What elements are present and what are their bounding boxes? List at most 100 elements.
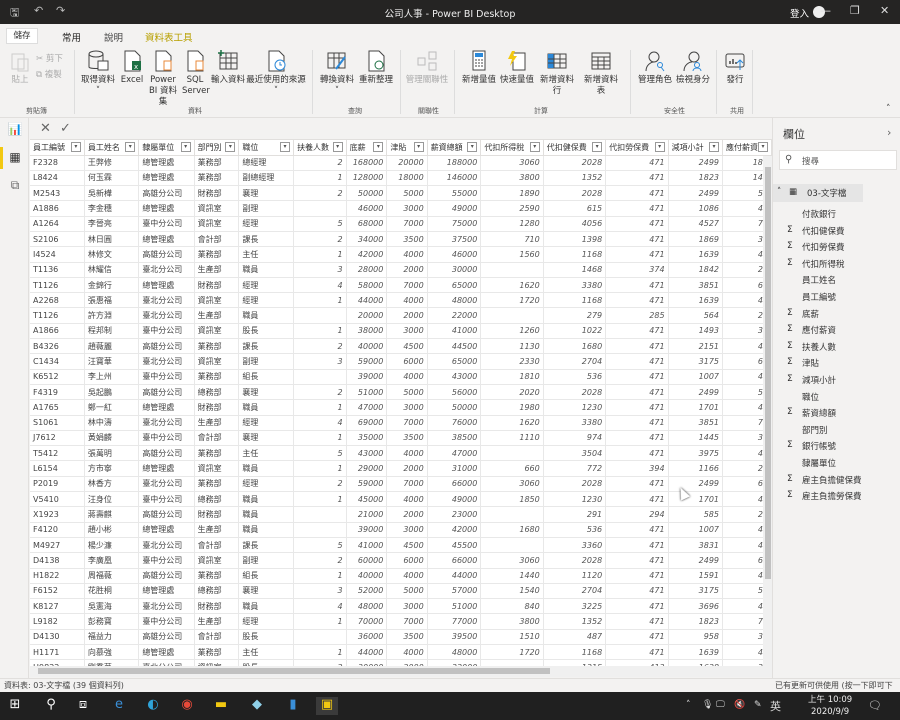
table-cell[interactable]: 1701 bbox=[668, 399, 724, 416]
table-cell[interactable]: 6000 bbox=[386, 353, 428, 370]
table-cell[interactable]: 林香方 bbox=[84, 476, 140, 493]
table-cell[interactable]: 3060 bbox=[480, 476, 544, 493]
field-item[interactable]: Σ 薪資總額 bbox=[773, 405, 900, 421]
table-cell[interactable]: 2000 bbox=[386, 460, 428, 477]
table-cell[interactable] bbox=[293, 506, 347, 523]
table-cell[interactable]: 趙薇麗 bbox=[84, 338, 140, 355]
table-cell[interactable]: 471 bbox=[605, 629, 669, 646]
table-cell[interactable]: 副理 bbox=[238, 353, 295, 370]
table-cell[interactable]: 課長 bbox=[238, 231, 295, 248]
table-cell[interactable]: 1493 bbox=[668, 323, 724, 340]
table-cell[interactable]: 4 bbox=[293, 277, 347, 294]
minimize-button[interactable]: — bbox=[820, 4, 831, 17]
table-cell[interactable]: 55000 bbox=[427, 185, 482, 202]
table-cell[interactable]: 生產部 bbox=[194, 613, 240, 630]
table-cell[interactable]: 1810 bbox=[480, 369, 544, 385]
table-cell[interactable]: 職員 bbox=[238, 262, 295, 278]
table-cell[interactable]: T5412 bbox=[30, 445, 85, 462]
refresh-button[interactable]: 重新整理 bbox=[358, 50, 394, 86]
table-cell[interactable]: 1 bbox=[293, 246, 347, 263]
table-cell[interactable]: 業務部 bbox=[194, 445, 240, 462]
table-cell[interactable]: 57000 bbox=[427, 583, 482, 600]
recent-sources-button[interactable]: 最近使用的來源 ˅ bbox=[246, 50, 306, 97]
table-cell[interactable]: 1850 bbox=[480, 491, 544, 508]
table-cell[interactable]: 3 bbox=[293, 583, 347, 600]
table-cell[interactable]: 1086 bbox=[668, 200, 724, 217]
table-cell[interactable]: 5 bbox=[293, 537, 347, 554]
table-cell[interactable]: S1061 bbox=[30, 415, 85, 431]
table-cell[interactable]: 23000 bbox=[427, 506, 482, 523]
table-cell[interactable]: 1440 bbox=[480, 568, 544, 584]
field-item[interactable]: Σ 雇主負擔健保費 bbox=[773, 472, 900, 488]
table-cell[interactable]: 高雄分公司 bbox=[138, 506, 195, 523]
table-cell[interactable]: 22000 bbox=[427, 307, 482, 324]
table-cell[interactable]: 蔣壽麒 bbox=[84, 506, 140, 523]
table-cell[interactable]: 2 bbox=[293, 338, 347, 355]
table-cell[interactable]: 3360 bbox=[543, 537, 607, 554]
field-item[interactable]: Σ 扶養人數 bbox=[773, 339, 900, 355]
table-cell[interactable]: 1720 bbox=[480, 644, 544, 661]
table-cell[interactable]: 2590 bbox=[480, 200, 544, 217]
table-cell[interactable]: 職員 bbox=[238, 522, 295, 538]
table-cell[interactable]: 3975 bbox=[668, 445, 724, 462]
table-cell[interactable]: 1007 bbox=[668, 369, 724, 385]
table-cell[interactable]: A1765 bbox=[30, 399, 85, 416]
table-cell[interactable]: 林修文 bbox=[84, 246, 140, 263]
table-cell[interactable]: 資訊室 bbox=[194, 353, 240, 370]
table-cell[interactable]: 財務部 bbox=[194, 399, 240, 416]
horizontal-scroll-thumb[interactable] bbox=[38, 668, 550, 674]
table-cell[interactable]: 1510 bbox=[480, 629, 544, 646]
table-cell[interactable]: 47000 bbox=[346, 399, 388, 416]
column-header[interactable]: 減項小計 ▾ bbox=[668, 140, 724, 156]
table-cell[interactable]: M4927 bbox=[30, 537, 85, 554]
table-cell[interactable]: 45500 bbox=[427, 537, 482, 554]
column-header[interactable]: 津貼 ▾ bbox=[386, 140, 428, 156]
table-cell[interactable]: 林耀信 bbox=[84, 262, 140, 278]
table-row[interactable]: D4138 李廣凰 臺中分公司 資訊室 副理 2 60000 6000 66000 3060 202… bbox=[30, 552, 772, 569]
table-cell[interactable]: 41000 bbox=[346, 537, 388, 554]
restore-button[interactable]: ❐ bbox=[850, 4, 860, 17]
table-cell[interactable]: 1701 bbox=[668, 491, 724, 508]
table-cell[interactable]: 1 bbox=[293, 613, 347, 630]
table-cell[interactable]: 經理 bbox=[238, 277, 295, 294]
table-cell[interactable]: A1886 bbox=[30, 200, 85, 217]
table-cell[interactable]: 60000 bbox=[346, 552, 388, 569]
table-cell[interactable]: 3696 bbox=[668, 598, 724, 615]
table-row[interactable]: L9182 彭務寶 臺中分公司 生產部 經理 1 70000 7000 77000 3800 135… bbox=[30, 613, 772, 630]
table-cell[interactable]: 471 bbox=[605, 369, 669, 385]
table-cell[interactable]: 1591 bbox=[668, 568, 724, 584]
table-row[interactable]: X1923 蔣壽麒 高雄分公司 財務部 職員 21000 2000 23000 291 294 58… bbox=[30, 506, 772, 523]
table-cell[interactable]: 2028 bbox=[543, 476, 607, 493]
table-cell[interactable] bbox=[480, 262, 544, 278]
table-cell[interactable]: 1 bbox=[293, 292, 347, 309]
table-cell[interactable]: 7000 bbox=[386, 415, 428, 431]
table-cell[interactable]: 76000 bbox=[427, 415, 482, 431]
table-cell[interactable]: 臺北分公司 bbox=[138, 476, 195, 493]
table-cell[interactable]: 3380 bbox=[543, 277, 607, 294]
new-column-button[interactable]: 新增資料行 bbox=[536, 50, 578, 97]
table-cell[interactable]: 李晉亮 bbox=[84, 216, 140, 232]
table-cell[interactable]: 3380 bbox=[543, 415, 607, 431]
enter-data-button[interactable]: 輸入資料 bbox=[210, 50, 246, 86]
table-cell[interactable]: 974 bbox=[543, 430, 607, 447]
pen-icon[interactable]: ✎ bbox=[754, 700, 762, 710]
table-cell[interactable]: 向慕強 bbox=[84, 644, 140, 661]
tab-table-tools[interactable]: 資料表工具 bbox=[145, 30, 193, 44]
table-cell[interactable]: 經理 bbox=[238, 216, 295, 232]
table-cell[interactable]: 39500 bbox=[427, 629, 482, 646]
table-cell[interactable]: 65000 bbox=[427, 353, 482, 370]
table-cell[interactable]: X1923 bbox=[30, 506, 85, 523]
table-cell[interactable] bbox=[293, 629, 347, 646]
column-filter-dropdown-icon[interactable]: ▾ bbox=[332, 142, 343, 152]
table-cell[interactable]: 1 bbox=[293, 399, 347, 416]
table-cell[interactable]: 564 bbox=[668, 307, 724, 324]
table-cell[interactable]: 4 bbox=[293, 415, 347, 431]
field-item[interactable]: Σ 應付薪資 bbox=[773, 322, 900, 338]
table-cell[interactable]: 68000 bbox=[346, 216, 388, 232]
table-cell[interactable]: 51000 bbox=[427, 598, 482, 615]
table-cell[interactable]: 70000 bbox=[346, 613, 388, 630]
table-cell[interactable]: 2 bbox=[293, 231, 347, 248]
table-cell[interactable]: 3000 bbox=[386, 598, 428, 615]
view-as-button[interactable]: 檢視身分 bbox=[674, 50, 712, 86]
table-cell[interactable]: 財務部 bbox=[194, 506, 240, 523]
